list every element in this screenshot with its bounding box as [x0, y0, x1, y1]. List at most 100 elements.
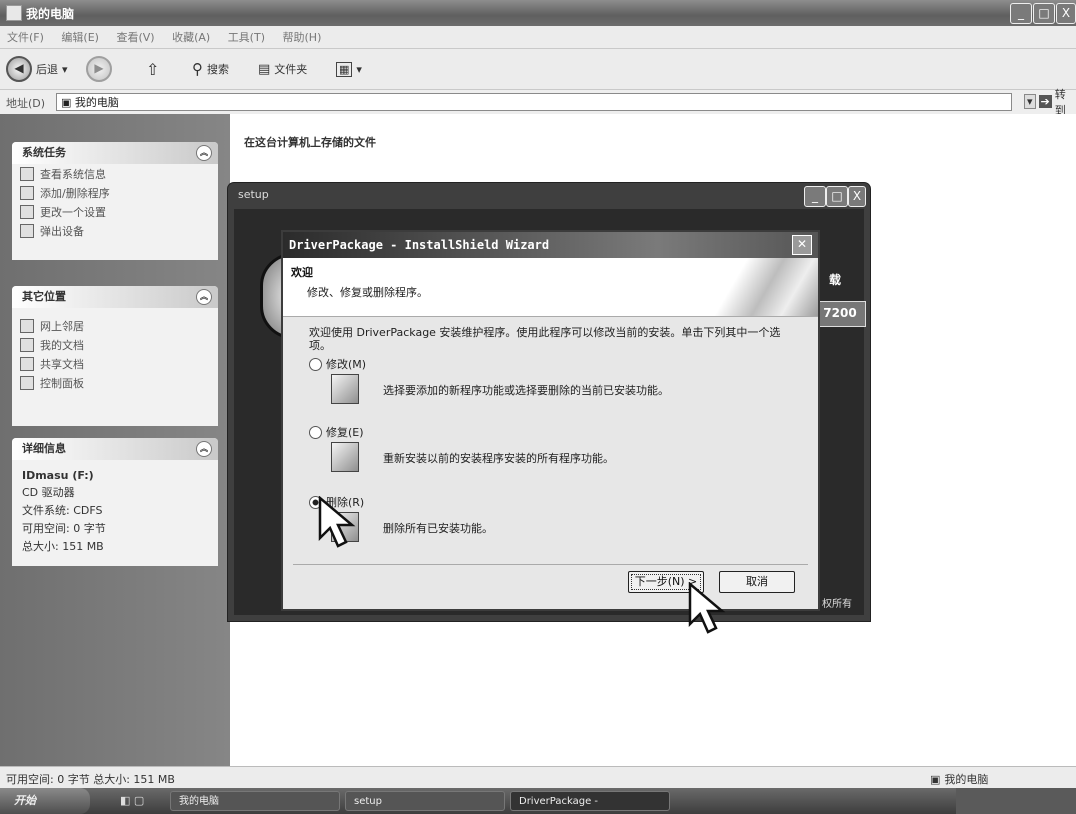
task-view-system-info[interactable]: 查看系统信息: [12, 164, 218, 183]
copyright-text: 权所有: [822, 599, 852, 610]
modify-icon: [331, 374, 359, 404]
taskbar-item-driverpackage[interactable]: DriverPackage -: [510, 791, 670, 811]
details-header[interactable]: 详细信息 ︽: [12, 438, 218, 460]
task-label: 查看系统信息: [40, 167, 106, 181]
search-label: 搜索: [207, 63, 229, 76]
eject-icon: [20, 223, 34, 238]
divider: [293, 564, 808, 565]
control-panel-icon: [20, 204, 34, 219]
option-label: 修复(E): [326, 426, 364, 439]
computer-icon: [6, 5, 22, 21]
option-modify-radio[interactable]: 修改(M): [309, 356, 366, 372]
toolbar: ◀ 后退 ▾ ▶ ⇧ ⚲ 搜索 ▤ 文件夹 ▦ ▾: [0, 49, 1076, 90]
folder-icon: [20, 337, 34, 352]
menu-file[interactable]: 文件(F): [0, 26, 51, 48]
place-my-documents[interactable]: 我的文档: [12, 335, 218, 354]
status-right: ▣ 我的电脑: [930, 771, 988, 787]
details-panel: 详细信息 ︽ IDmasu (F:) CD 驱动器 文件系统: CDFS 可用空…: [12, 438, 218, 566]
system-tasks-header[interactable]: 系统任务 ︽: [12, 142, 218, 164]
menu-bar: 文件(F) 编辑(E) 查看(V) 收藏(A) 工具(T) 帮助(H): [0, 26, 1076, 49]
forward-button[interactable]: ▶: [86, 56, 112, 82]
wizard-header-graphic: [703, 258, 818, 316]
collapse-icon[interactable]: ︽: [196, 441, 212, 457]
task-add-remove-programs[interactable]: 添加/删除程序: [12, 183, 218, 202]
details-type: CD 驱动器: [22, 486, 75, 499]
place-network[interactable]: 网上邻居: [12, 316, 218, 335]
maximize-button[interactable]: □: [1033, 3, 1055, 24]
views-icon: ▦: [336, 61, 353, 77]
wizard-header-title: 欢迎: [291, 266, 313, 279]
back-arrow-icon: ◀: [6, 56, 32, 82]
taskbar-item-my-computer[interactable]: 我的电脑: [170, 791, 340, 811]
quicklaunch-icon[interactable]: ◧ ▢: [120, 794, 144, 807]
folder-up-icon: ⇧: [146, 59, 160, 79]
task-eject[interactable]: 弹出设备: [12, 221, 218, 240]
status-right-text: 我的电脑: [944, 773, 989, 786]
address-bar: 地址(D) ▣ 我的电脑 ▾ ➔ 转到: [0, 88, 1076, 117]
wizard-titlebar: DriverPackage - InstallShield Wizard: [283, 232, 818, 258]
chevron-down-icon: ▾: [62, 62, 68, 76]
menu-view[interactable]: 查看(V): [109, 26, 161, 48]
mouse-pointer-icon: [688, 582, 726, 634]
collapse-icon[interactable]: ︽: [196, 145, 212, 161]
window-titlebar: 我的电脑 _ □ X: [0, 0, 1076, 26]
menu-tools[interactable]: 工具(T): [221, 26, 272, 48]
taskbar: 开始 ◧ ▢ 我的电脑 setup DriverPackage -: [0, 788, 1076, 814]
place-label: 控制面板: [40, 376, 84, 390]
address-value: 我的电脑: [74, 96, 119, 109]
go-label: 转到: [1054, 87, 1066, 117]
place-control-panel[interactable]: 控制面板: [12, 373, 218, 392]
add-remove-icon: [20, 185, 34, 200]
task-label: 添加/删除程序: [40, 186, 110, 200]
control-panel-icon: [20, 375, 34, 390]
computer-icon: ▣: [930, 772, 941, 786]
computer-icon: ▣: [61, 96, 72, 109]
wizard-close-button[interactable]: ✕: [792, 235, 812, 255]
option-remove-description: 删除所有已安装功能。: [383, 522, 493, 535]
details-name: IDmasu (F:): [22, 469, 94, 482]
views-button[interactable]: ▦ ▾: [336, 57, 362, 81]
setup-minimize-button[interactable]: _: [804, 186, 826, 207]
taskbar-item-setup[interactable]: setup: [345, 791, 505, 811]
system-tray: [956, 788, 1076, 814]
details-filesystem: 文件系统: CDFS: [22, 504, 103, 517]
other-places-title: 其它位置: [22, 290, 66, 303]
other-places-panel: 其它位置 ︽ 网上邻居 我的文档 共享文档 控制面板: [12, 286, 218, 426]
other-places-header[interactable]: 其它位置 ︽: [12, 286, 218, 308]
option-repair-radio[interactable]: 修复(E): [309, 424, 364, 440]
address-label: 地址(D): [6, 97, 46, 110]
back-label: 后退: [36, 63, 58, 76]
close-button[interactable]: X: [1056, 3, 1076, 24]
system-tasks-title: 系统任务: [22, 146, 66, 159]
address-field[interactable]: ▣ 我的电脑: [56, 93, 1012, 111]
setup-close-button[interactable]: X: [848, 186, 866, 207]
menu-edit[interactable]: 编辑(E): [54, 26, 106, 48]
radio-icon: [309, 425, 322, 439]
search-button[interactable]: ⚲ 搜索: [192, 57, 229, 81]
wizard-header: 欢迎 修改、修复或删除程序。: [283, 258, 818, 317]
system-tasks-panel: 系统任务 ︽ 查看系统信息 添加/删除程序 更改一个设置 弹出设备: [12, 142, 218, 260]
place-label: 我的文档: [40, 338, 84, 352]
place-label: 网上邻居: [40, 319, 84, 333]
menu-help[interactable]: 帮助(H): [276, 26, 329, 48]
start-button[interactable]: 开始: [0, 788, 90, 814]
task-label: 更改一个设置: [40, 205, 106, 219]
radio-icon: [309, 357, 322, 371]
status-bar: 可用空间: 0 字节 总大小: 151 MB ▣ 我的电脑: [0, 766, 1076, 789]
status-left-text: 可用空间: 0 字节 总大小: 151 MB: [6, 773, 175, 786]
minimize-button[interactable]: _: [1010, 3, 1032, 24]
collapse-icon[interactable]: ︽: [196, 289, 212, 305]
option-repair-description: 重新安装以前的安装程序安装的所有程序功能。: [383, 452, 614, 465]
wizard-intro-text: 欢迎使用 DriverPackage 安装维护程序。使用此程序可以修改当前的安装…: [309, 326, 781, 352]
setup-maximize-button[interactable]: □: [826, 186, 848, 207]
menu-favorites[interactable]: 收藏(A): [165, 26, 217, 48]
back-button[interactable]: ◀ 后退 ▾: [6, 56, 68, 82]
up-button[interactable]: ⇧: [146, 57, 159, 81]
go-button[interactable]: ▾ ➔ 转到: [1024, 88, 1076, 117]
dropdown-arrow-icon: ▾: [1024, 94, 1036, 109]
place-shared-documents[interactable]: 共享文档: [12, 354, 218, 373]
place-label: 共享文档: [40, 357, 84, 371]
task-change-setting[interactable]: 更改一个设置: [12, 202, 218, 221]
details-title: 详细信息: [22, 442, 66, 455]
folders-button[interactable]: ▤ 文件夹: [258, 57, 307, 81]
